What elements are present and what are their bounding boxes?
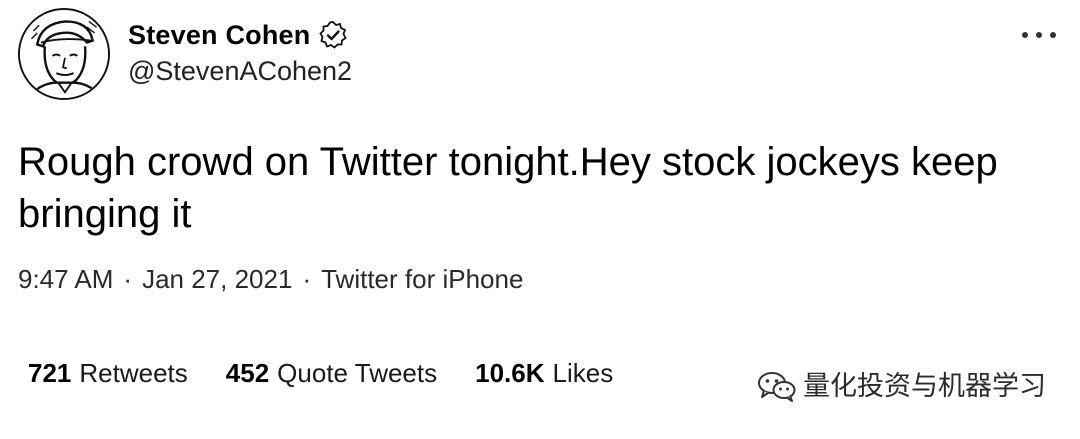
tweet-source[interactable]: Twitter for iPhone [321, 266, 523, 292]
author-display-name[interactable]: Steven Cohen [128, 21, 310, 49]
author-name-row: Steven Cohen [128, 20, 348, 50]
tweet-meta: 9:47 AM · Jan 27, 2021 · Twitter for iPh… [18, 266, 523, 292]
more-options-button[interactable] [1022, 28, 1056, 42]
more-dot [1050, 32, 1056, 38]
likes-stat[interactable]: 10.6K Likes [475, 360, 613, 386]
retweets-label: Retweets [79, 358, 188, 388]
quote-tweets-count: 452 [225, 358, 270, 388]
wechat-icon [758, 372, 796, 402]
avatar[interactable] [18, 8, 110, 100]
tweet-date[interactable]: Jan 27, 2021 [142, 266, 292, 292]
meta-separator: · [302, 264, 312, 294]
tweet-text: Rough crowd on Twitter tonight.Hey stock… [18, 140, 998, 236]
watermark: 量化投资与机器学习 [757, 370, 1046, 402]
tweet-stats: 721 Retweets 452 Quote Tweets 10.6K Like… [28, 360, 613, 386]
tweet-time[interactable]: 9:47 AM [18, 266, 113, 292]
likes-label: Likes [552, 358, 614, 388]
likes-count: 10.6K [475, 358, 545, 388]
watermark-text: 量化投资与机器学习 [803, 370, 1046, 402]
meta-separator: · [123, 264, 133, 294]
more-dot [1036, 32, 1042, 38]
more-dots-icon [1022, 32, 1028, 38]
author-handle[interactable]: @StevenACohen2 [128, 58, 352, 85]
retweets-count: 721 [28, 358, 72, 388]
quote-tweets-stat[interactable]: 452 Quote Tweets [226, 360, 437, 386]
quote-tweets-label: Quote Tweets [277, 358, 438, 388]
retweets-stat[interactable]: 721 Retweets [28, 360, 188, 386]
avatar-sketch-icon [20, 10, 108, 98]
verified-badge-icon [319, 21, 348, 49]
